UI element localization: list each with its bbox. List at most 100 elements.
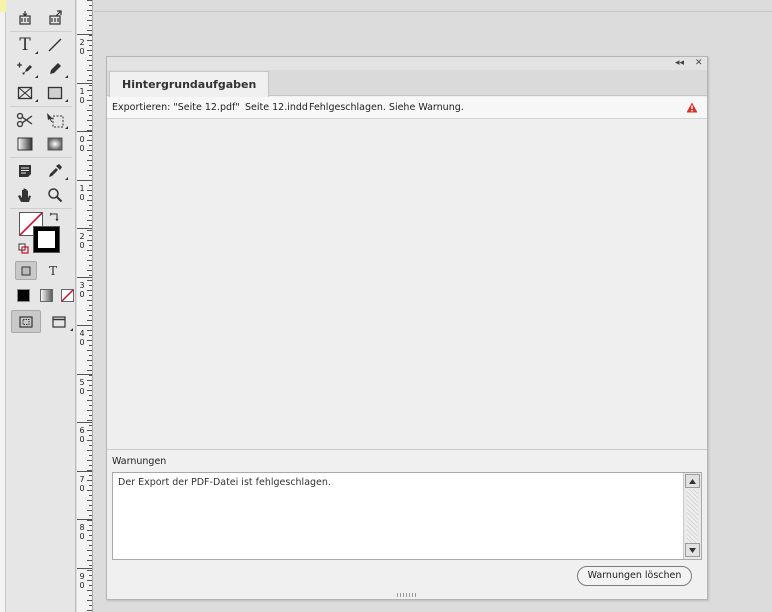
pencil-tool[interactable] <box>41 58 69 80</box>
ruler-tick <box>89 575 92 576</box>
ruler-tick <box>87 150 92 151</box>
ruler-tick <box>87 10 92 11</box>
gradient-swatch-tool[interactable] <box>11 133 39 155</box>
ruler-tick <box>87 230 92 231</box>
note-tool[interactable] <box>11 160 39 182</box>
ruler-tick <box>87 90 92 91</box>
apply-color-button[interactable] <box>12 285 34 305</box>
ruler-tick <box>87 600 92 601</box>
ruler-major-tick <box>77 470 92 472</box>
content-placer-tool[interactable] <box>41 7 69 29</box>
scroll-up-button[interactable] <box>685 474 700 488</box>
eyedropper-tool[interactable] <box>41 160 69 182</box>
ruler-tick <box>89 195 92 196</box>
ruler-tick <box>87 560 92 561</box>
container-icon <box>21 266 31 275</box>
ruler-tick <box>89 395 92 396</box>
ruler-tick <box>89 335 92 336</box>
ruler-tick <box>89 45 92 46</box>
task-status: Fehlgeschlagen. Siehe Warnung. <box>309 102 464 113</box>
hand-tool[interactable] <box>11 184 39 206</box>
ruler-tick <box>89 565 92 566</box>
apply-gradient-button[interactable] <box>35 285 57 305</box>
apply-gradient-icon <box>39 288 53 302</box>
rectangle-tool[interactable] <box>41 82 69 104</box>
ruler-tick <box>89 105 92 106</box>
normal-view-button[interactable] <box>11 310 41 333</box>
ruler-tick <box>87 310 92 311</box>
ruler-tick <box>89 515 92 516</box>
scroll-track[interactable] <box>687 489 698 543</box>
ruler-label: 2 <box>79 232 85 241</box>
apply-color-icon <box>16 288 30 302</box>
ruler-major-tick <box>77 179 92 181</box>
text-format-icon: T <box>48 263 57 278</box>
ruler-label-zero: 0 <box>79 338 85 347</box>
gridify-up-icon <box>49 10 62 25</box>
rectangle-frame-tool[interactable] <box>11 82 39 104</box>
ruler-label-zero: 0 <box>79 435 85 444</box>
close-panel-icon[interactable]: ✕ <box>695 57 703 70</box>
free-transform-tool[interactable] <box>41 109 69 131</box>
screen-mode-button[interactable] <box>44 310 74 333</box>
ruler-tick <box>87 140 92 141</box>
screen-mode-icon <box>52 315 66 328</box>
tools-panel: T T <box>6 0 76 612</box>
gradient-feather-tool[interactable] <box>41 133 69 155</box>
clear-warnings-button[interactable]: Warnungen löschen <box>577 566 692 586</box>
ruler-major-tick <box>77 373 92 375</box>
ruler-tick <box>87 70 92 71</box>
ruler-tick <box>87 440 92 441</box>
collapse-panel-icon[interactable]: ◂◂ <box>675 57 684 70</box>
vertical-ruler: 201000102030405060708090 <box>77 0 93 612</box>
place-gridify-tool[interactable] <box>11 7 39 29</box>
warnings-scrollbar[interactable] <box>683 473 701 559</box>
ruler-tick <box>89 435 92 436</box>
ruler-tick <box>89 135 92 136</box>
ruler-label-zero: 0 <box>79 95 85 105</box>
ruler-label-zero: 0 <box>79 144 85 153</box>
type-tool[interactable]: T <box>11 34 39 56</box>
apply-none-button[interactable] <box>57 285 77 305</box>
scroll-down-button[interactable] <box>685 543 700 557</box>
line-icon <box>48 38 62 52</box>
scissors-tool[interactable] <box>11 109 39 131</box>
ruler-tick <box>87 430 92 431</box>
swap-fill-stroke-icon[interactable] <box>49 211 61 223</box>
task-row[interactable]: Exportieren: "Seite 12.pdf" Seite 12.ind… <box>107 97 707 119</box>
ruler-tick <box>89 455 92 456</box>
ruler-tick <box>89 255 92 256</box>
ruler-tick <box>89 485 92 486</box>
ruler-tick <box>89 125 92 126</box>
tool-separator <box>10 157 72 158</box>
ruler-tick <box>87 350 92 351</box>
ruler-label: 8 <box>79 523 85 532</box>
task-document: Seite 12.indd <box>245 102 308 113</box>
default-colors-icon[interactable] <box>18 243 30 255</box>
tab-background-tasks[interactable]: Hintergrundaufgaben <box>109 71 270 97</box>
ruler-tick <box>87 220 92 221</box>
resize-grip[interactable] <box>397 593 417 597</box>
ruler-label-zero: 0 <box>79 289 85 299</box>
line-tool[interactable] <box>41 34 69 56</box>
ruler-label: 4 <box>79 329 85 338</box>
ruler-label-zero: 0 <box>79 47 85 56</box>
ruler-tick <box>89 385 92 386</box>
pen-tool[interactable] <box>11 58 39 80</box>
ruler-tick <box>87 20 92 21</box>
ruler-label: 9 <box>79 571 85 581</box>
ruler-tick <box>87 510 92 511</box>
warnings-textbox[interactable]: Der Export der PDF-Datei ist fehlgeschla… <box>112 472 702 560</box>
zoom-tool[interactable] <box>41 184 69 206</box>
ruler-tick <box>89 355 92 356</box>
format-text-button[interactable]: T <box>42 261 64 280</box>
ruler-tick <box>89 25 92 26</box>
ruler-tick <box>87 480 92 481</box>
ruler-tick <box>87 240 92 241</box>
format-container-button[interactable] <box>15 261 37 280</box>
stroke-swatch[interactable] <box>33 226 60 253</box>
ruler-tick <box>89 265 92 266</box>
ruler-tick <box>87 450 92 451</box>
ruler-label: 3 <box>79 280 85 290</box>
ruler-label-zero: 0 <box>79 241 85 250</box>
